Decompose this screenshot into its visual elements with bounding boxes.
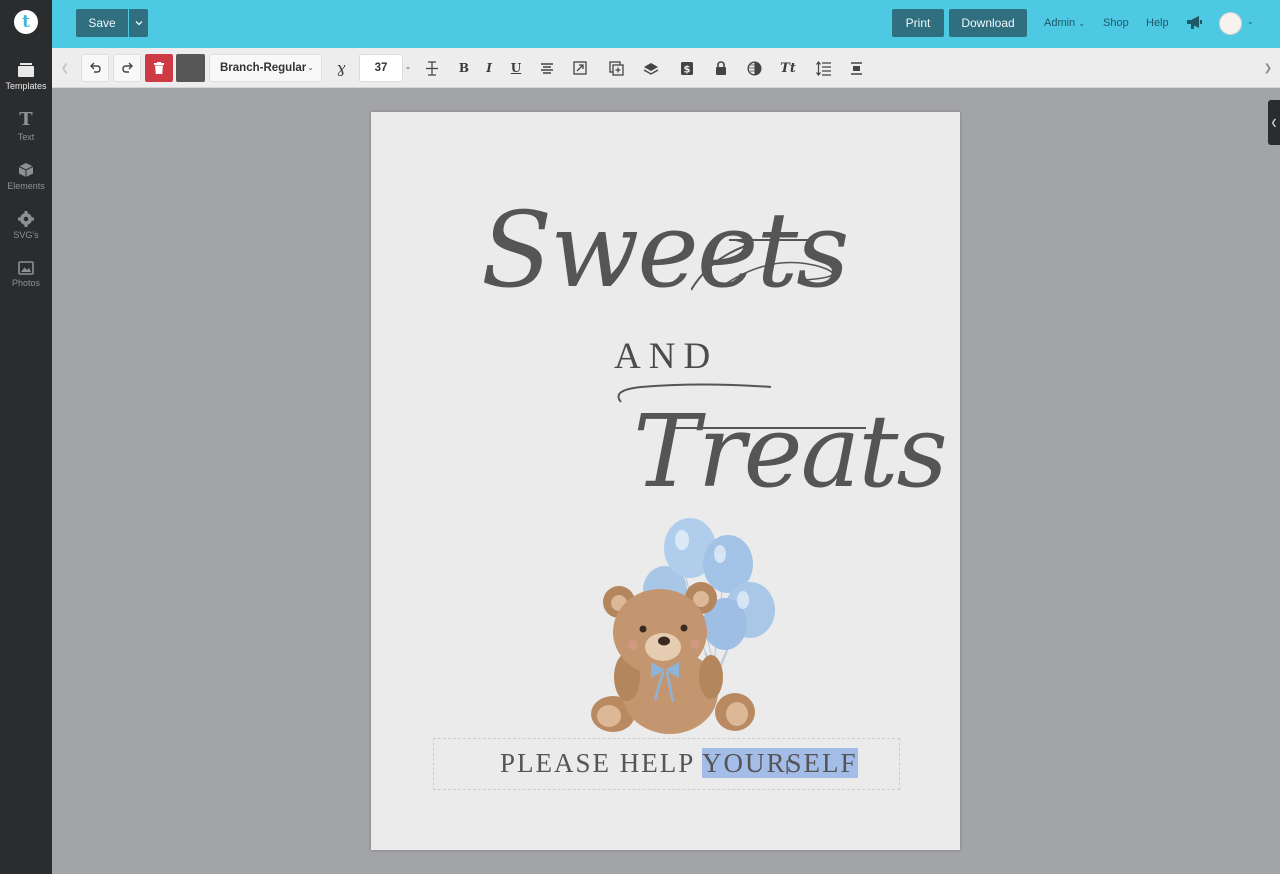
glyphs-icon[interactable]: ɣ [333, 59, 349, 77]
text-icon: T [19, 109, 33, 130]
duplicate-icon[interactable] [608, 60, 624, 76]
teddy-bear-illustration[interactable] [585, 512, 775, 737]
design-canvas[interactable]: Sweets AND Treats PLEASE HELP YOURSELF ⌈ [371, 112, 960, 850]
vertical-align-icon[interactable] [848, 60, 864, 76]
help-link[interactable]: Help [1146, 17, 1169, 29]
editor-toolbar: ❮ Branch-Regular ⌄ ɣ 37 ⌄ B I U $ Tt ❯ [52, 48, 1280, 88]
undo-button[interactable] [81, 54, 109, 82]
text-transform-icon[interactable]: Tt [780, 60, 796, 76]
sidebar-item-photos[interactable]: Photos [0, 261, 52, 288]
svg-icon [18, 211, 34, 227]
tagline-text[interactable]: PLEASE HELP YOURSELF [500, 748, 858, 779]
font-family-select[interactable]: Branch-Regular ⌄ [209, 54, 322, 82]
italic-icon[interactable]: I [481, 60, 497, 76]
price-tag-icon[interactable]: $ [679, 60, 695, 76]
resize-icon[interactable] [572, 60, 588, 76]
elements-icon [18, 163, 34, 177]
chevron-down-icon: ⌄ [1078, 19, 1085, 28]
chevron-down-icon: ⌄ [307, 63, 314, 72]
megaphone-icon[interactable] [1186, 15, 1203, 30]
delete-button[interactable] [145, 54, 173, 82]
shop-link[interactable]: Shop [1103, 17, 1129, 29]
save-button[interactable]: Save [76, 9, 128, 37]
undo-icon [90, 62, 101, 73]
right-panel-toggle[interactable]: ❮ [1268, 100, 1280, 145]
and-text[interactable]: AND [614, 335, 718, 378]
font-name: Branch-Regular [220, 62, 307, 74]
templates-icon [18, 63, 34, 77]
chevron-left-icon: ❮ [1270, 118, 1278, 127]
avatar[interactable] [1219, 12, 1242, 35]
letter-spacing-icon[interactable] [424, 60, 440, 76]
chevron-down-icon [135, 21, 142, 26]
tagline-textbox[interactable]: PLEASE HELP YOURSELF ⌈ [433, 738, 900, 790]
save-options-button[interactable] [129, 9, 148, 37]
redo-button[interactable] [113, 54, 141, 82]
tagline-unselected: PLEASE HELP [500, 748, 703, 778]
text-cursor-icon: ⌈ [783, 758, 793, 776]
logo-letter: t [22, 11, 30, 32]
layers-icon[interactable] [643, 60, 659, 76]
sidebar-item-svgs[interactable]: SVG's [0, 211, 52, 240]
left-sidebar: t Templates T Text Elements SVG's Photos [0, 0, 52, 874]
sweets-flourish [691, 239, 834, 291]
app-logo[interactable]: t [14, 10, 38, 34]
sidebar-item-label: Text [17, 132, 35, 142]
text-color-swatch[interactable] [176, 54, 205, 82]
redo-icon [122, 62, 133, 73]
trash-icon [154, 62, 164, 74]
bold-icon[interactable]: B [456, 60, 472, 76]
align-center-icon[interactable] [539, 60, 555, 76]
tagline-selection: YOURSELF [702, 748, 858, 778]
sidebar-item-label: Elements [7, 181, 45, 191]
download-button[interactable]: Download [949, 9, 1027, 37]
underline-icon[interactable]: U [508, 60, 524, 76]
sidebar-item-label: Photos [11, 278, 41, 288]
sidebar-item-text[interactable]: T Text [0, 109, 52, 143]
opacity-icon[interactable] [746, 60, 762, 76]
svg-text:$: $ [684, 64, 691, 75]
top-bar: Save Print Download Admin ⌄ Shop Help ⌄ [52, 0, 1280, 48]
scroll-right-icon[interactable]: ❯ [1260, 60, 1276, 76]
treats-flourish [617, 383, 866, 429]
line-height-icon[interactable] [815, 60, 831, 76]
print-button[interactable]: Print [892, 9, 944, 37]
sidebar-item-label: Templates [5, 81, 47, 91]
chevron-down-icon[interactable]: ⌄ [1247, 17, 1254, 26]
scroll-left-icon[interactable]: ❮ [57, 60, 73, 76]
admin-menu[interactable]: Admin ⌄ [1044, 17, 1085, 29]
lock-icon[interactable] [713, 60, 729, 76]
font-size-dropdown[interactable]: ⌄ [403, 54, 413, 82]
admin-label: Admin [1044, 17, 1076, 29]
photos-icon [18, 261, 34, 275]
sidebar-item-templates[interactable]: Templates [0, 62, 52, 91]
sidebar-item-label: SVG's [13, 230, 39, 240]
sidebar-item-elements[interactable]: Elements [0, 162, 52, 191]
font-size-input[interactable]: 37 [359, 54, 403, 82]
